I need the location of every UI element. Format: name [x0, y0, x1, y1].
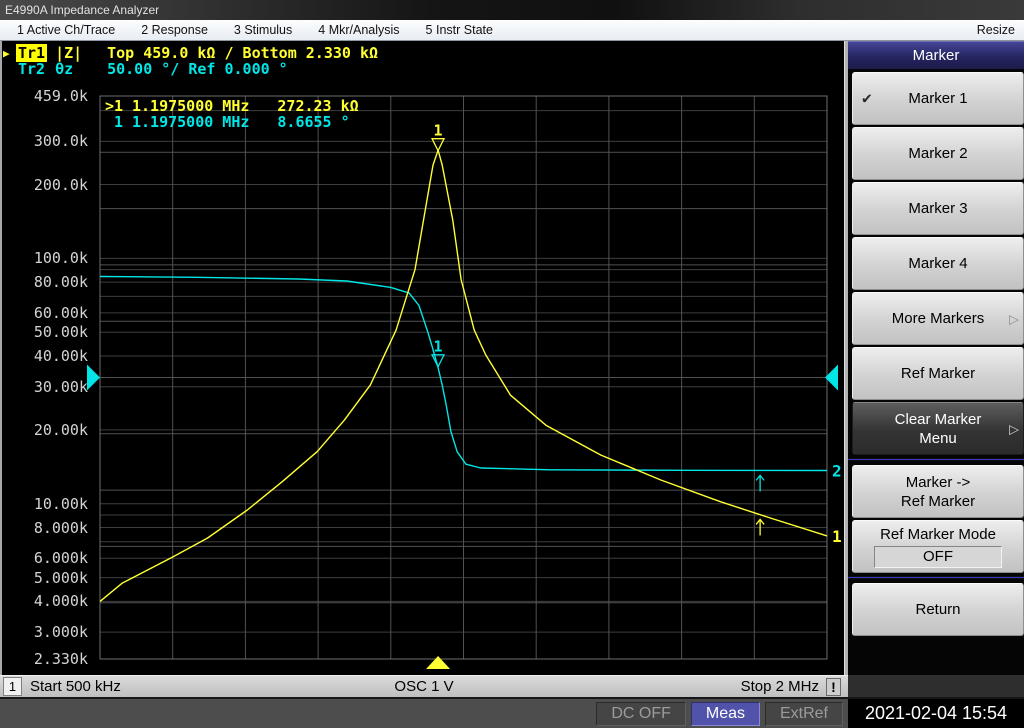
- softkey-ref-marker-mode[interactable]: Ref Marker Mode OFF: [852, 520, 1024, 573]
- y-axis-label: 8.000k: [6, 519, 88, 537]
- dc-bias-status[interactable]: DC OFF: [596, 702, 686, 726]
- window-border: [0, 41, 2, 697]
- marker-readout-row: >1 1.1975000 MHz 272.23 kΩ: [104, 97, 359, 113]
- y-axis-label: 40.00k: [6, 347, 88, 365]
- trace-end-label: 2: [832, 462, 842, 481]
- softkey-marker-ref-marker[interactable]: Marker ->Ref Marker: [852, 465, 1024, 518]
- softkey-marker-4[interactable]: Marker 4: [852, 237, 1024, 290]
- y-axis-label: 50.00k: [6, 323, 88, 341]
- y-axis-label: 4.000k: [6, 592, 88, 610]
- trace-end-label: 1: [832, 527, 842, 546]
- softkey-marker-1[interactable]: Marker 1 ✔: [852, 72, 1024, 125]
- stimulus-bar: 1 Start 500 kHz OSC 1 V Stop 2 MHz !: [0, 675, 848, 697]
- y-axis-label: 80.00k: [6, 273, 88, 291]
- marker-readout: >1 1.1975000 MHz 272.23 kΩ 1 1.1975000 MHz 8.…: [104, 97, 359, 129]
- stimulus-bar-gap: [848, 675, 1024, 697]
- marker-triangle-icon[interactable]: [432, 139, 444, 151]
- marker-label: 1: [434, 122, 443, 140]
- y-axis-label: 300.0k: [6, 132, 88, 150]
- marker-triangle-icon[interactable]: [432, 355, 444, 367]
- softkey-label: Marker 4: [908, 254, 967, 273]
- softkey-value: OFF: [874, 546, 1002, 568]
- softkey-label: Ref Marker: [901, 364, 975, 383]
- softkey-label: Menu: [919, 429, 957, 448]
- y-axis-label: 10.00k: [6, 495, 88, 513]
- y-axis-label: 200.0k: [6, 176, 88, 194]
- softkey-label: Marker 1: [908, 89, 967, 108]
- y-axis-label: 459.0k: [6, 87, 88, 105]
- softkey-marker-3[interactable]: Marker 3: [852, 182, 1024, 235]
- submenu-arrow-icon: ▷: [1009, 419, 1019, 438]
- y-axis-label: 3.000k: [6, 623, 88, 641]
- y-axis-label: 6.000k: [6, 549, 88, 567]
- stop-frequency: Stop 2 MHz: [741, 678, 819, 695]
- y-axis-label: 30.00k: [6, 378, 88, 396]
- marker-value: 272.23 kΩ: [277, 97, 358, 113]
- marker-label: 1: [434, 338, 443, 356]
- status-bar: DC OFF Meas ExtRef 2021-02-04 15:54: [0, 697, 1024, 728]
- extref-status[interactable]: ExtRef: [765, 702, 843, 726]
- instrument-screen: E4990A Impedance Analyzer 1 Active Ch/Tr…: [0, 0, 1024, 728]
- y-axis-label: 2.330k: [6, 650, 88, 668]
- submenu-arrow-icon: ▷: [1009, 309, 1019, 328]
- datetime: 2021-02-04 15:54: [848, 699, 1024, 728]
- alert-indicator: !: [826, 678, 841, 696]
- softkey-label: More Markers: [892, 309, 985, 328]
- check-icon: ✔: [861, 89, 873, 108]
- marker-frequency: 1.1975000 MHz: [132, 113, 249, 129]
- softkey-more-markers[interactable]: More Markers ▷: [852, 292, 1024, 345]
- start-frequency: Start 500 kHz: [30, 678, 121, 695]
- trace-info: ▶Tr1|Z|Top 459.0 kΩ / Bottom 2.330 kΩTr2…: [3, 45, 378, 77]
- softkey-label: Clear Marker: [895, 410, 982, 429]
- softkey-label: Ref Marker: [901, 492, 975, 511]
- marker-value: 8.6655 °: [277, 113, 349, 129]
- y-axis-label: 20.00k: [6, 421, 88, 439]
- trace-scale: 50.00 °/ Ref 0.000 °: [107, 60, 288, 78]
- trace-info-row: Tr2 θz50.00 °/ Ref 0.000 °: [3, 61, 378, 77]
- softkey-menu-title: Marker: [848, 41, 1024, 69]
- ref-level-left-icon: [87, 365, 100, 391]
- softkey-ref-marker[interactable]: Ref Marker: [852, 347, 1024, 400]
- menu-separator: [848, 576, 1024, 579]
- softkey-label: Ref Marker Mode: [880, 525, 996, 544]
- softkey-return[interactable]: Return: [852, 583, 1024, 636]
- active-trace-arrow-icon: ▶: [3, 47, 16, 60]
- trace-info-row: ▶Tr1|Z|Top 459.0 kΩ / Bottom 2.330 kΩ: [3, 45, 378, 61]
- softkey-buttons: Marker 1 ✔ Marker 2 Marker 3 Marker 4 More Ma…: [848, 72, 1024, 636]
- softkey-marker-2[interactable]: Marker 2: [852, 127, 1024, 180]
- menu-separator: [848, 458, 1024, 461]
- marker-number: 1: [104, 113, 123, 129]
- softkey-label: Marker 2: [908, 144, 967, 163]
- softkey-label: Marker 3: [908, 199, 967, 218]
- meas-status[interactable]: Meas: [691, 702, 760, 726]
- softkey-clear-marker-menu[interactable]: Clear MarkerMenu ▷: [852, 402, 1024, 455]
- marker-number: >1: [104, 97, 123, 113]
- trace-format: θz: [55, 60, 103, 78]
- channel-indicator: 1: [3, 677, 22, 696]
- softkey-label: Marker ->: [906, 473, 971, 492]
- osc-level: OSC 1 V: [394, 678, 453, 695]
- trace-name[interactable]: Tr2: [16, 60, 47, 78]
- softkey-label: Return: [915, 600, 960, 619]
- y-axis-label: 60.00k: [6, 304, 88, 322]
- marker-frequency: 1.1975000 MHz: [132, 97, 249, 113]
- stimulus-marker-icon[interactable]: [426, 656, 450, 669]
- y-axis-label: 100.0k: [6, 249, 88, 267]
- softkey-menu: Marker Marker 1 ✔ Marker 2 Marker 3 Marker 4…: [848, 41, 1024, 675]
- y-axis-label: 5.000k: [6, 569, 88, 587]
- marker-readout-row: 1 1.1975000 MHz 8.6655 °: [104, 113, 359, 129]
